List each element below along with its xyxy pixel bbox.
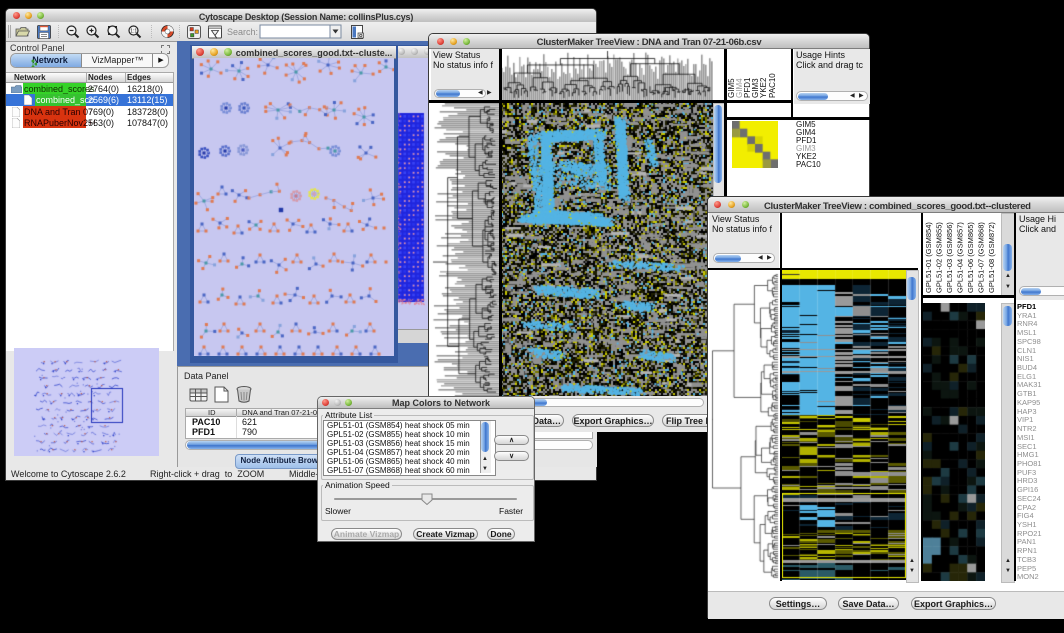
svg-text:YKE2: YKE2 [759, 77, 768, 98]
svg-text:GPL51-07 (GSM868): GPL51-07 (GSM868) [977, 222, 986, 293]
svg-text:GPL51-03 (GSM856): GPL51-03 (GSM856) [945, 222, 954, 293]
svg-text:GPL51-02 (GSM855): GPL51-02 (GSM855) [935, 222, 944, 293]
svg-text:PAC10: PAC10 [768, 73, 777, 98]
svg-text:Search:: Search: [227, 27, 258, 37]
svg-text:GPL51-06 (GSM865): GPL51-06 (GSM865) [966, 222, 975, 293]
svg-text:GPL51-04 (GSM857): GPL51-04 (GSM857) [956, 222, 965, 293]
svg-text:1:1: 1:1 [130, 29, 137, 35]
svg-text:GPL51-08 (GSM872): GPL51-08 (GSM872) [987, 222, 996, 293]
svg-text:GPL51-01 (GSM854): GPL51-01 (GSM854) [924, 222, 933, 293]
